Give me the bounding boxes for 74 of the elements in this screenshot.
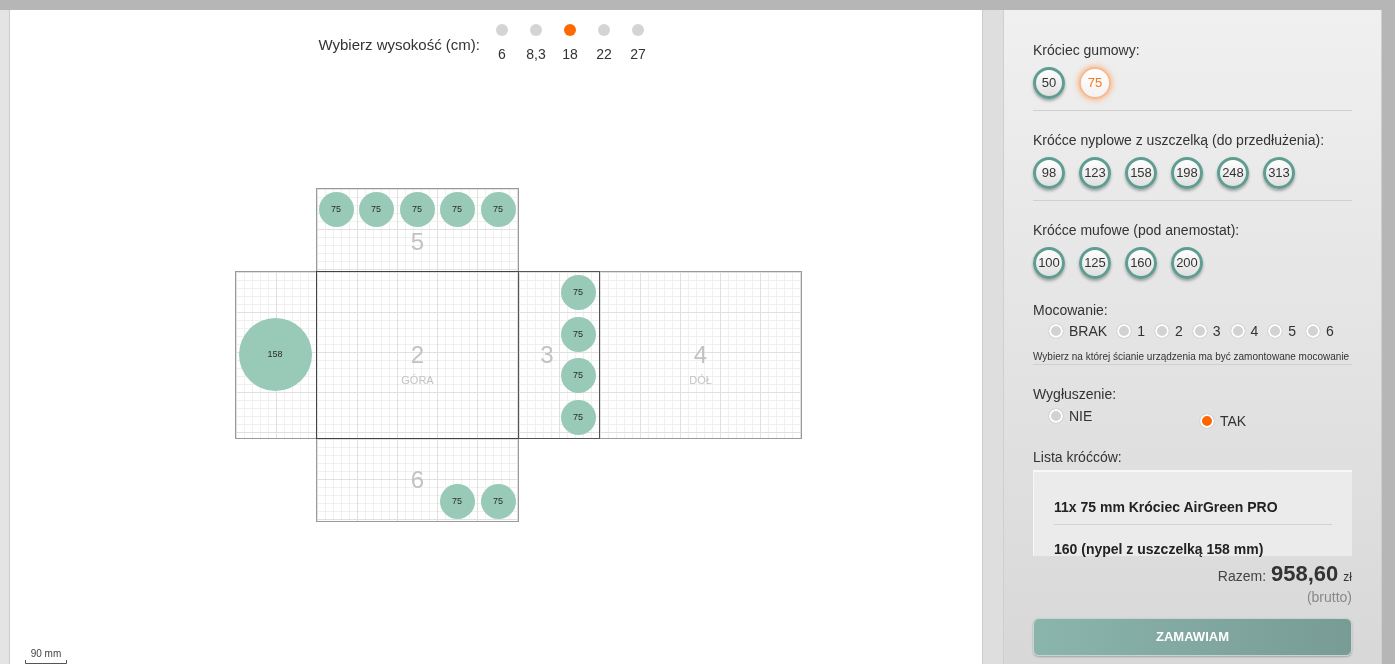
radio-label[interactable]: 2 xyxy=(1174,321,1183,341)
size-option[interactable]: 160 xyxy=(1125,247,1157,279)
price-note: (brutto) xyxy=(1306,588,1352,607)
section-label: Wygłuszenie: xyxy=(1033,385,1118,404)
radio-label[interactable]: 1 xyxy=(1137,321,1145,341)
height-value: 27 xyxy=(630,45,646,63)
face-number: 4 xyxy=(693,343,708,367)
radio-label[interactable]: 4 xyxy=(1250,321,1259,341)
height-label: Wybierz wysokość (cm): xyxy=(317,35,480,55)
radio-label[interactable]: TAK xyxy=(1220,411,1247,431)
radio-button[interactable] xyxy=(1230,324,1245,338)
fitting-marker: 75 xyxy=(480,191,516,227)
fitting-marker: 75 xyxy=(480,483,516,519)
section-label: Króćce nyplowe z uszczelką (do przedłużenia): xyxy=(1033,131,1326,150)
radio-button[interactable] xyxy=(1117,324,1132,338)
radio-button[interactable] xyxy=(1154,324,1169,338)
fitting-marker: 75 xyxy=(439,191,475,227)
size-option[interactable]: 313 xyxy=(1263,157,1295,189)
height-radio[interactable] xyxy=(496,24,508,36)
radio-label[interactable]: 6 xyxy=(1326,321,1334,341)
radio-button[interactable] xyxy=(1049,324,1063,338)
radio-label[interactable]: 5 xyxy=(1288,321,1297,341)
face-number: 2 xyxy=(410,343,425,367)
height-value: 6 xyxy=(498,45,506,63)
face-number: 6 xyxy=(410,468,425,492)
currency-label: zł xyxy=(1343,569,1352,586)
height-value: 18 xyxy=(562,45,578,63)
height-radio[interactable] xyxy=(598,24,610,36)
list-item: 11x 75 mm Króciec AirGreen PRO xyxy=(1054,499,1278,515)
size-option[interactable]: 100 xyxy=(1033,247,1065,279)
radio-label[interactable]: 3 xyxy=(1212,321,1221,341)
fitting-marker: 75 xyxy=(439,483,475,519)
fitting-marker: 75 xyxy=(560,274,596,310)
scale-label: 90 mm xyxy=(30,648,62,660)
size-option[interactable]: 248 xyxy=(1217,157,1249,189)
section-label: Króćce mufowe (pod anemostat): xyxy=(1033,221,1241,240)
height-radio[interactable] xyxy=(564,24,576,36)
scale-bracket-icon xyxy=(25,660,67,664)
fitting-marker: 75 xyxy=(560,399,596,435)
height-value: 22 xyxy=(596,45,612,63)
radio-label[interactable]: BRAK xyxy=(1069,321,1108,341)
total-amount: 958,60 xyxy=(1271,561,1339,587)
section-label: Lista króćców: xyxy=(1033,448,1123,467)
section-label: Króciec gumowy: xyxy=(1033,41,1141,60)
fitting-marker: 75 xyxy=(318,191,354,227)
radio-button[interactable] xyxy=(1200,414,1214,428)
hint-text: Wybierz na której ścianie urządzenia ma być zamontowane mocowanie xyxy=(1033,351,1351,363)
height-radio[interactable] xyxy=(632,24,644,36)
radio-button[interactable] xyxy=(1268,324,1283,338)
radio-button[interactable] xyxy=(1306,324,1321,338)
fitting-marker: 75 xyxy=(358,191,394,227)
face-number: 5 xyxy=(410,230,425,254)
radio-button[interactable] xyxy=(1049,409,1063,423)
face-label: DÓŁ xyxy=(689,374,712,386)
size-option[interactable]: 158 xyxy=(1125,157,1157,189)
size-option[interactable]: 98 xyxy=(1033,157,1065,189)
face-number: 3 xyxy=(540,343,554,367)
size-option[interactable]: 123 xyxy=(1079,157,1111,189)
height-radio[interactable] xyxy=(530,24,542,36)
fitting-marker: 75 xyxy=(399,191,435,227)
fitting-marker: 75 xyxy=(560,316,596,352)
list-item: 160 (nypel z uszczelką 158 mm) xyxy=(1054,541,1264,557)
height-value: 8,3 xyxy=(526,45,546,63)
fitting-marker: 75 xyxy=(560,357,596,393)
fitting-marker: 158 xyxy=(238,317,312,391)
radio-label[interactable]: NIE xyxy=(1069,406,1093,426)
size-option[interactable]: 200 xyxy=(1171,247,1203,279)
face-label: GÓRA xyxy=(401,374,434,386)
size-option[interactable]: 125 xyxy=(1079,247,1111,279)
radio-button[interactable] xyxy=(1192,324,1207,338)
size-option[interactable]: 50 xyxy=(1033,67,1065,99)
section-label: Mocowanie: xyxy=(1033,301,1109,320)
total-label: Razem: xyxy=(1217,567,1267,586)
size-option[interactable]: 198 xyxy=(1171,157,1203,189)
